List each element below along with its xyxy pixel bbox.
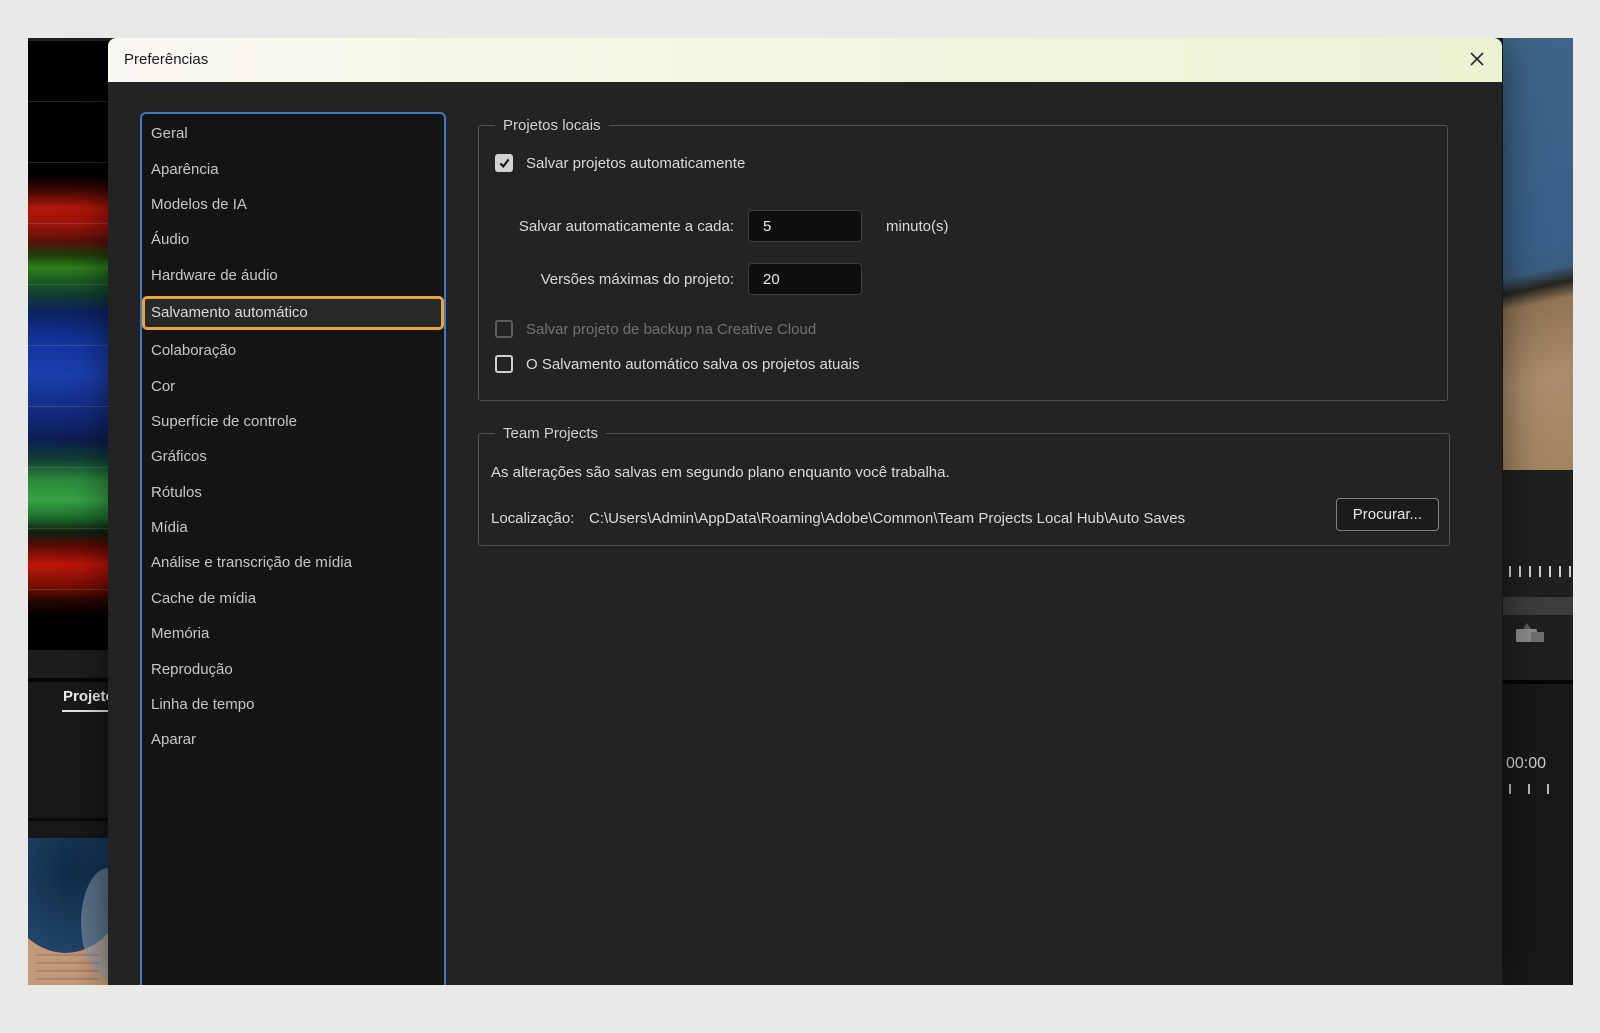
interval-input[interactable]	[748, 210, 862, 242]
timecode-display: 00:00	[1506, 754, 1549, 774]
timeline-ruler-ticks	[1509, 784, 1557, 794]
dialog-titlebar: Preferências	[108, 38, 1502, 82]
close-icon	[1468, 50, 1486, 71]
location-path: C:\Users\Admin\AppData\Roaming\Adobe\Com…	[589, 510, 1185, 527]
sidebar-item-aparar[interactable]: Aparar	[142, 722, 444, 757]
auto-save-checkbox[interactable]	[495, 154, 513, 172]
preferences-category-list: GeralAparênciaModelos de IAÁudioHardware…	[140, 112, 446, 985]
auto-save-label: Salvar projetos automaticamente	[526, 155, 745, 172]
auto-save-row: Salvar projetos automaticamente	[495, 154, 745, 172]
media-clip-icon	[1514, 620, 1546, 646]
location-label: Localização:	[491, 510, 574, 527]
current-projects-label: O Salvamento automático salva os projeto…	[526, 356, 860, 373]
sidebar-item-aparencia[interactable]: Aparência	[142, 151, 444, 186]
backup-label: Salvar projeto de backup na Creative Clo…	[526, 321, 816, 338]
team-projects-description: As alterações são salvas em segundo plan…	[491, 464, 950, 481]
current-projects-row: O Salvamento automático salva os projeto…	[495, 355, 860, 373]
thumbnail-texture	[36, 954, 98, 980]
sidebar-item-cache-de-midia[interactable]: Cache de mídia	[142, 581, 444, 616]
timeline-ruler-ticks	[1509, 566, 1571, 577]
timeline-background	[1503, 684, 1573, 985]
fieldset-legend: Team Projects	[495, 424, 606, 444]
sidebar-item-midia[interactable]: Mídia	[142, 510, 444, 545]
dialog-title: Preferências	[124, 38, 208, 82]
timeline-scrollbar[interactable]	[1503, 597, 1573, 615]
sidebar-item-analise-e-transcricao-de-midia[interactable]: Análise e transcrição de mídia	[142, 545, 444, 580]
program-monitor-preview-image	[1503, 38, 1573, 470]
sidebar-item-memoria[interactable]: Memória	[142, 616, 444, 651]
sidebar-item-audio[interactable]: Áudio	[142, 222, 444, 257]
local-projects-fieldset: Projetos locais Salvar projetos automati…	[478, 125, 1448, 401]
clip-thumbnail-image	[28, 838, 108, 985]
tab-projeto[interactable]: Projeto	[63, 686, 108, 708]
sidebar-item-cor[interactable]: Cor	[142, 368, 444, 403]
sidebar-item-rotulos[interactable]: Rótulos	[142, 475, 444, 510]
sidebar-item-geral[interactable]: Geral	[142, 116, 444, 151]
current-projects-checkbox[interactable]	[495, 355, 513, 373]
team-projects-fieldset: Team Projects As alterações são salvas e…	[478, 433, 1450, 546]
sidebar-item-salvamento-automatico[interactable]: Salvamento automático	[142, 296, 444, 330]
sidebar-item-reproducao[interactable]: Reprodução	[142, 651, 444, 686]
panel-divider	[28, 818, 108, 821]
rgb-waveform-scope-image	[28, 40, 108, 650]
sidebar-item-linha-de-tempo[interactable]: Linha de tempo	[142, 687, 444, 722]
close-button[interactable]	[1464, 47, 1490, 73]
premiere-window-background: Projeto 00:00 Preferências	[28, 38, 1573, 985]
versions-input[interactable]	[748, 263, 862, 295]
sidebar-item-superficie-de-controle[interactable]: Superfície de controle	[142, 404, 444, 439]
interval-label: Salvar automaticamente a cada:	[479, 218, 734, 235]
backup-checkbox-disabled	[495, 320, 513, 338]
active-tab-underline	[62, 710, 108, 712]
sidebar-item-colaboracao[interactable]: Colaboração	[142, 333, 444, 368]
interval-unit-label: minuto(s)	[886, 218, 949, 235]
browse-button[interactable]: Procurar...	[1336, 498, 1439, 531]
sidebar-item-graficos[interactable]: Gráficos	[142, 439, 444, 474]
sidebar-item-hardware-de-audio[interactable]: Hardware de áudio	[142, 258, 444, 293]
backup-row: Salvar projeto de backup na Creative Clo…	[495, 320, 816, 338]
versions-label: Versões máximas do projeto:	[479, 271, 734, 288]
preferences-dialog: Preferências GeralAparênciaModelos de IA…	[108, 38, 1502, 985]
sidebar-item-modelos-de-ia[interactable]: Modelos de IA	[142, 187, 444, 222]
fieldset-legend: Projetos locais	[495, 116, 609, 136]
